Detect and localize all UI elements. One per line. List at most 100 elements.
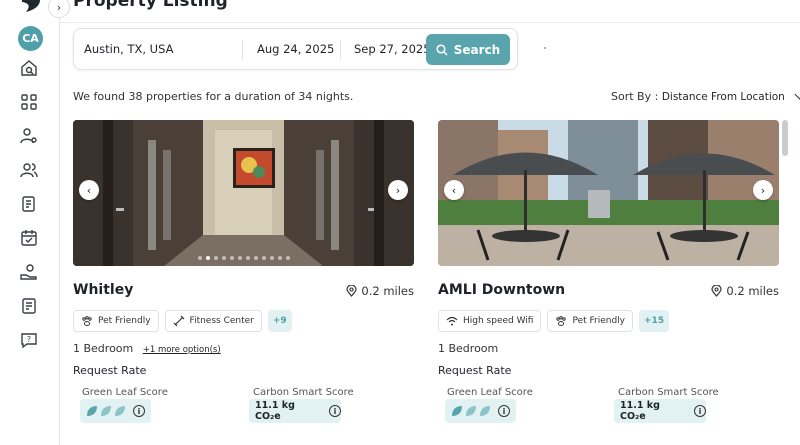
wifi-icon <box>446 316 458 326</box>
property-distance: 0.2 miles <box>711 284 779 298</box>
distance-value: 0.2 miles <box>361 284 414 298</box>
pagination-dot[interactable] <box>197 256 202 260</box>
dumbbell-icon <box>173 315 184 327</box>
more-amenities-badge[interactable]: +15 <box>639 310 670 332</box>
info-icon[interactable]: i <box>498 405 510 417</box>
location-field[interactable]: Austin, TX, USA <box>84 42 173 56</box>
property-photo[interactable]: ‹ › <box>438 120 779 266</box>
property-card[interactable]: ‹ › Whitley 0.2 miles Pet Friendly Fitne… <box>73 120 414 423</box>
green-leaf-label: Green Leaf Score <box>82 387 168 398</box>
nav-hand-user-icon[interactable] <box>20 263 38 281</box>
request-rate-label[interactable]: Request Rate <box>438 364 511 377</box>
property-name[interactable]: Whitley <box>73 282 133 298</box>
next-photo-button[interactable]: › <box>388 180 408 200</box>
nav-document-edit-icon[interactable] <box>20 195 38 213</box>
carbon-value: 11.1 kg CO₂e <box>620 400 660 422</box>
nav-dashboard-icon[interactable] <box>20 93 38 111</box>
nav-users-icon[interactable] <box>20 161 38 179</box>
brand-logo <box>22 0 40 12</box>
pagination-dot[interactable] <box>253 256 258 260</box>
request-rate-label[interactable]: Request Rate <box>73 364 146 377</box>
chevron-right-icon: › <box>395 183 401 197</box>
carbon-value: 11.1 kg CO₂e <box>255 400 295 422</box>
check-out-date-field[interactable]: Sep 27, 2025 <box>354 42 431 56</box>
amenity-tag: Pet Friendly <box>73 310 159 332</box>
chevron-right-icon: › <box>760 183 766 197</box>
pagination-dot[interactable] <box>221 256 226 260</box>
more-options-link[interactable]: +1 more option(s) <box>143 345 221 355</box>
property-photo[interactable]: ‹ › <box>73 120 414 266</box>
distance-value: 0.2 miles <box>726 284 779 298</box>
property-card[interactable]: ‹ › AMLI Downtown 0.2 miles High speed W… <box>438 120 779 423</box>
amenity-tags: High speed Wifi Pet Friendly +15 <box>438 310 670 332</box>
pagination-dot[interactable] <box>269 256 274 260</box>
info-icon[interactable]: i <box>133 405 145 417</box>
prev-photo-button[interactable]: ‹ <box>79 180 99 200</box>
sidebar-collapse-button[interactable]: › <box>48 0 70 18</box>
nav-search-home-icon[interactable] <box>20 59 38 77</box>
carbon-smart-score: 11.1 kg CO₂e i <box>249 399 341 423</box>
amenity-label: Pet Friendly <box>98 316 151 326</box>
sidebar: CA ? <box>0 0 60 445</box>
info-icon[interactable]: i <box>694 405 706 417</box>
sort-label: Sort By : <box>611 90 659 103</box>
pagination-dot[interactable] <box>285 256 290 260</box>
carbon-smart-label: Carbon Smart Score <box>618 387 719 398</box>
info-icon[interactable]: i <box>329 405 341 417</box>
next-photo-button[interactable]: › <box>753 180 773 200</box>
pagination-dot[interactable] <box>261 256 266 260</box>
search-bar: Austin, TX, USA Aug 24, 2025 Sep 27, 202… <box>73 28 518 70</box>
paw-icon <box>556 316 567 326</box>
amenity-tag: Pet Friendly <box>547 310 634 332</box>
pagination-dot[interactable] <box>277 256 282 260</box>
sort-value: Distance From Location <box>661 91 785 103</box>
divider <box>242 40 243 60</box>
amenity-label: Pet Friendly <box>572 316 626 326</box>
leaf-icon <box>466 406 476 416</box>
scrollbar-thumb[interactable] <box>782 120 788 156</box>
nav-calendar-check-icon[interactable] <box>20 229 38 247</box>
location-pin-icon <box>711 285 722 297</box>
amenity-label: High speed Wifi <box>463 316 534 326</box>
more-amenities-badge[interactable]: +9 <box>267 310 292 332</box>
nav-help-chat-icon[interactable]: ? <box>20 331 38 349</box>
search-icon <box>436 43 448 56</box>
pagination-dot[interactable] <box>229 256 234 260</box>
carbon-smart-score: 11.1 kg CO₂e i <box>614 399 706 423</box>
leaf-icon <box>480 406 490 416</box>
amenity-tags: Pet Friendly Fitness Center +9 <box>73 310 292 332</box>
property-name[interactable]: AMLI Downtown <box>438 282 565 298</box>
location-pin-icon <box>346 285 357 297</box>
search-button-label: Search <box>453 42 501 57</box>
chevron-left-icon: ‹ <box>86 183 92 197</box>
sort-dropdown[interactable]: Sort By : Distance From Location <box>611 89 800 103</box>
nav-checklist-icon[interactable] <box>20 297 38 315</box>
green-leaf-score: i <box>80 399 151 423</box>
hallway-photo <box>73 120 414 266</box>
leaf-icon <box>101 406 111 416</box>
results-summary: We found 38 properties for a duration of… <box>73 90 354 103</box>
chevron-down-icon <box>794 89 800 100</box>
carbon-smart-label: Carbon Smart Score <box>253 387 354 398</box>
property-distance: 0.2 miles <box>346 284 414 298</box>
avatar-initials: CA <box>22 32 39 45</box>
bedroom-info: 1 Bedroom <box>438 342 498 355</box>
header-divider <box>60 22 800 23</box>
photo-pagination <box>73 256 414 260</box>
check-in-date-field[interactable]: Aug 24, 2025 <box>257 42 334 56</box>
pagination-dot[interactable] <box>213 256 218 260</box>
patio-photo <box>438 120 779 266</box>
nav-user-settings-icon[interactable] <box>20 127 38 145</box>
bedroom-count: 1 Bedroom <box>73 342 134 355</box>
amenity-tag: Fitness Center <box>164 310 262 332</box>
prev-photo-button[interactable]: ‹ <box>444 180 464 200</box>
pagination-dot[interactable] <box>237 256 242 260</box>
pagination-dot[interactable] <box>205 256 210 260</box>
pagination-dot[interactable] <box>245 256 250 260</box>
search-button[interactable]: Search <box>426 34 510 65</box>
user-avatar[interactable]: CA <box>18 26 43 51</box>
green-leaf-score: i <box>445 399 516 423</box>
svg-text:?: ? <box>27 335 31 344</box>
divider <box>340 40 341 60</box>
leaf-icon <box>87 406 97 416</box>
